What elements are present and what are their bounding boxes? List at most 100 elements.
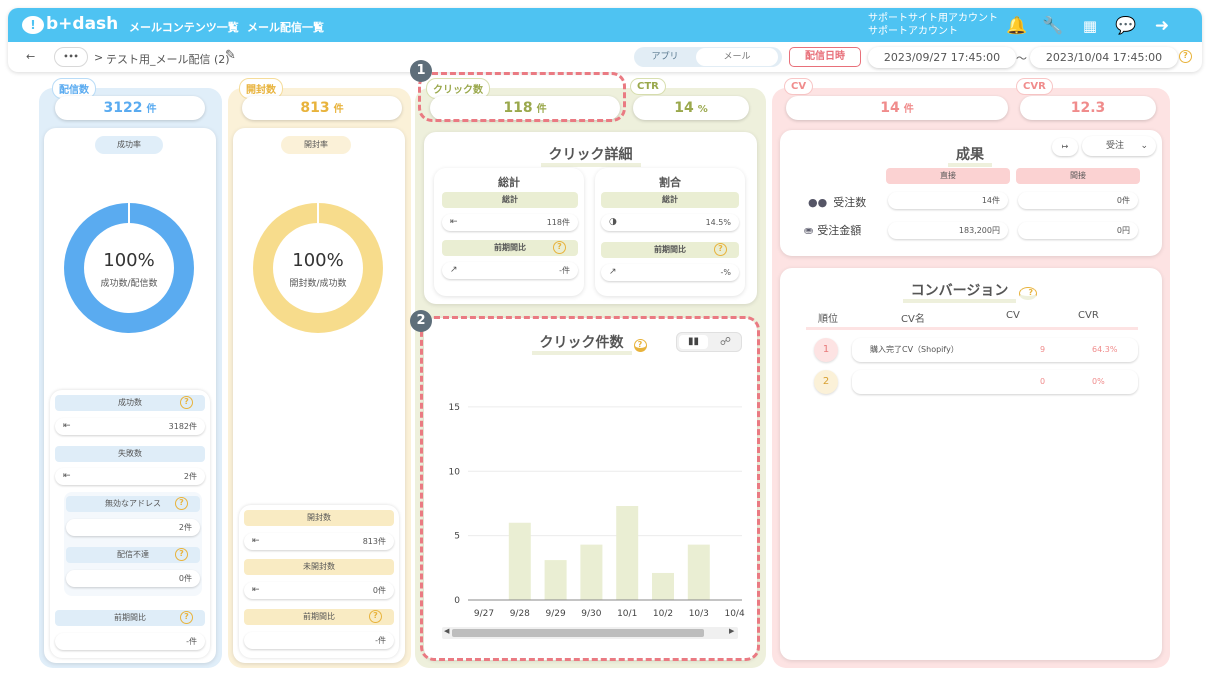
ctr-value-unit: % [697, 104, 708, 115]
cvr-tag: CVR [1016, 78, 1053, 95]
more-button[interactable]: ••• [54, 47, 88, 67]
indirect-header: 間接 [1016, 168, 1140, 184]
cv-count-value: 14 [880, 100, 900, 116]
logo[interactable]: ! b+dash [22, 14, 118, 34]
help-icon[interactable]: ? [175, 497, 188, 510]
success-rate-caption: 成功数/配信数 [100, 279, 158, 289]
bell-icon[interactable]: 🔔 [1006, 15, 1028, 37]
invalid-address-label: 無効なアドレス? [66, 496, 200, 512]
open-rate-value: 100% [292, 250, 344, 271]
success-count-label: 成功数? [55, 395, 205, 411]
conversion-row[interactable]: 購入完了CV（Shopify） 9 64.3% [852, 338, 1138, 362]
grid-icon[interactable]: ▦ [1079, 15, 1101, 37]
success-rate-value: 100% [103, 250, 155, 271]
swap-icon[interactable]: ↦ [1052, 138, 1078, 156]
export-icon: ⇤ [450, 217, 458, 227]
results-card: 成果 ↦ 受注 ⌄ 直接 間接 ●● 受注数 14件 0件 ⛂ 受注金額 183,20… [780, 130, 1162, 256]
back-icon[interactable]: ← [26, 50, 35, 63]
delivery-count: 3122 件 [55, 96, 205, 120]
help-icon[interactable]: ? [369, 610, 382, 623]
help-icon[interactable]: ? [714, 243, 727, 256]
date-range-tilde: 〜 [1016, 52, 1027, 65]
ctr-value: 14% [633, 96, 749, 120]
ratio-value: ◑ 14.5% [601, 214, 739, 231]
cv-count: 9 [1040, 345, 1046, 354]
badge-2: 2 [410, 310, 432, 332]
account-info[interactable]: サポートサイト用アカウント サポートアカウント [868, 12, 998, 38]
conversion-row[interactable]: 0 0% [852, 370, 1138, 394]
rank-badge: 2 [814, 370, 838, 394]
cv-count: 14 件 [786, 96, 1008, 120]
opens-prev-value: -件 [244, 632, 394, 649]
opens-prev-label: 前期間比? [244, 609, 394, 625]
ratio-title: 割合 [659, 176, 681, 189]
account-name: サポートサイト用アカウント [868, 13, 998, 24]
date-from-field[interactable]: 2023/09/27 17:45:00 [868, 47, 1016, 68]
result-type-select[interactable]: 受注 ⌄ [1082, 136, 1156, 156]
export-icon: ⇤ [63, 471, 71, 481]
help-icon[interactable]: ? [180, 611, 193, 624]
fail-count-label: 失敗数 [55, 446, 205, 462]
delivery-count-unit: 件 [146, 104, 157, 115]
nav-mail-contents[interactable]: メールコンテンツ一覧 [129, 19, 239, 35]
results-title: 成果 [910, 144, 1030, 167]
toggle-app[interactable]: アプリ [638, 48, 692, 66]
cv-count: 0 [1040, 377, 1046, 386]
open-count-label: 開封数 [244, 510, 394, 526]
badge-1: 1 [410, 60, 432, 82]
cv-rate: 0% [1092, 377, 1105, 386]
click-detail-card: クリック詳細 総計 総計 ⇤ 118件 前期間比? ↗ -件 割合 総計 ◑ 14.5… [424, 132, 757, 304]
coins-icon: ⛂ [804, 224, 814, 237]
nav-mail-deliveries[interactable]: メール配信一覧 [247, 19, 324, 35]
amount-indirect-value: 0円 [1018, 222, 1138, 239]
orders-label: ●● 受注数 [808, 196, 867, 209]
export-icon: ⇤ [252, 536, 260, 546]
help-icon[interactable]: ? [175, 548, 188, 561]
help-icon[interactable]: ? [1179, 50, 1192, 63]
toggle-mail[interactable]: メール [696, 48, 778, 66]
channel-toggle[interactable]: アプリ メール [634, 47, 782, 67]
rank-badge: 1 [814, 338, 838, 362]
invalid-address-value: 2件 [66, 519, 200, 536]
amount-direct-value: 183,200円 [888, 222, 1008, 239]
conversion-header-row: 順位 CV名 CV CVR [806, 310, 1138, 330]
conversion-title: コンバージョン? [880, 280, 1060, 303]
col-cvr: CVR [1078, 310, 1099, 321]
opens-detail-card: 開封数 ⇤ 813件 未開封数 ⇤ 0件 前期間比? -件 [239, 505, 399, 658]
orders-direct-value: 14件 [888, 192, 1008, 209]
click-detail-title: クリック詳細 [424, 144, 757, 167]
logo-text: b+dash [46, 14, 119, 34]
col-rank: 順位 [818, 314, 838, 325]
chat-icon[interactable]: 💬 [1115, 15, 1137, 37]
open-rate-label: 開封率 [281, 136, 351, 154]
total-title: 総計 [498, 176, 520, 189]
total-card: 総計 総計 ⇤ 118件 前期間比? ↗ -件 [434, 168, 584, 296]
undeliverable-label: 配信不達? [66, 547, 200, 563]
help-icon[interactable]: ? [553, 241, 566, 254]
account-sub: サポートアカウント [868, 26, 958, 37]
date-to-field[interactable]: 2023/10/04 17:45:00 [1030, 47, 1178, 68]
total-prev-value: ↗ -件 [442, 262, 578, 279]
total-value: ⇤ 118件 [442, 214, 578, 231]
pie-icon: ◑ [609, 217, 617, 227]
export-icon: ⇤ [63, 421, 71, 431]
logout-icon[interactable]: ➜ [1151, 15, 1173, 37]
ratio-card: 割合 総計 ◑ 14.5% 前期間比? ↗ -% [595, 168, 745, 296]
col-cv: CV [1006, 310, 1020, 321]
col-cv-name: CV名 [901, 314, 925, 325]
delivery-prev-value: -件 [55, 633, 205, 650]
highlight-box-2 [420, 316, 760, 661]
help-icon[interactable]: ? [1019, 287, 1038, 300]
cv-count-unit: 件 [903, 104, 914, 115]
delivery-date-label: 配信日時 [789, 47, 861, 67]
opens-count-unit: 件 [333, 104, 344, 115]
breadcrumb-chevron-icon: > [94, 51, 104, 64]
wrench-icon[interactable]: 🔧 [1042, 15, 1064, 37]
delivery-prev-label: 前期間比? [55, 610, 205, 626]
edit-pencil-icon[interactable]: ✎ [225, 48, 236, 63]
trend-icon: ↗ [609, 267, 617, 277]
direct-header: 直接 [886, 168, 1010, 184]
help-icon[interactable]: ? [180, 396, 193, 409]
cv-name: 購入完了CV（Shopify） [870, 345, 959, 354]
chevron-down-icon: ⌄ [1140, 141, 1148, 151]
